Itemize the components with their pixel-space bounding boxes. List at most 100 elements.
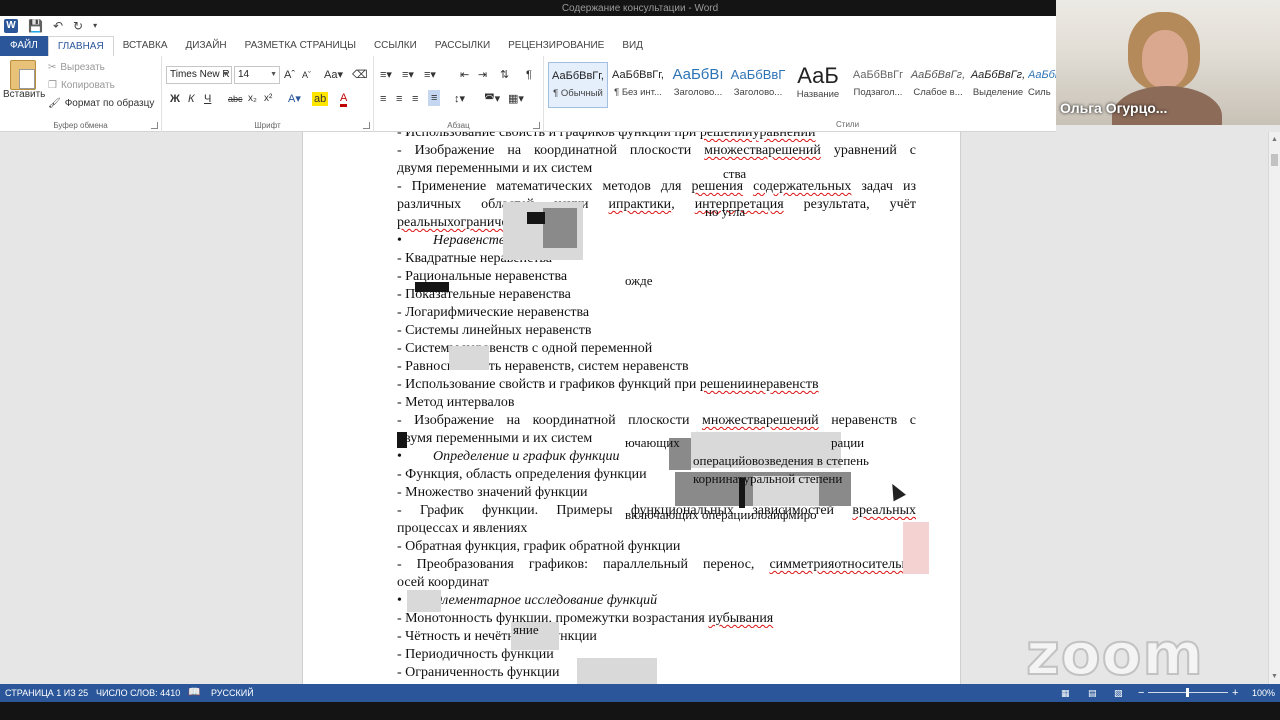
redo-icon[interactable]: ↻ [73, 18, 83, 34]
align-center-icon[interactable]: ≡ [396, 92, 402, 106]
sort-icon[interactable]: ⇅ [500, 68, 509, 82]
shading-icon[interactable]: ◚▾ [484, 92, 500, 106]
document-line[interactable]: - Использование свойств и графиков функц… [397, 376, 916, 394]
document-line[interactable]: - Логарифмические неравенства [397, 304, 916, 322]
change-case-icon[interactable]: Aa▾ [324, 68, 343, 82]
document-line[interactable]: - Преобразования графиков: параллельный … [397, 556, 916, 574]
proofing-icon[interactable]: 📖 [188, 684, 200, 702]
borders-icon[interactable]: ▦▾ [508, 92, 524, 106]
copy-button[interactable]: ❐ Копировать [48, 80, 115, 91]
paragraph-dialog-launcher[interactable] [533, 122, 540, 129]
document-line[interactable]: двумя переменными и их систем [397, 160, 916, 178]
participant-video[interactable]: Ольга Огурцо... [1056, 0, 1280, 125]
pilcrow-icon[interactable]: ¶ [526, 68, 532, 82]
word-count[interactable]: ЧИСЛО СЛОВ: 4410 [96, 684, 180, 702]
tab-home[interactable]: ГЛАВНАЯ [47, 36, 114, 56]
style-no-spacing[interactable]: АаБбВвГг, ¶ Без инт... [608, 62, 668, 108]
document-text[interactable]: - Использование свойств и графиков функц… [397, 132, 916, 684]
grow-font-icon[interactable]: Aˆ [284, 68, 295, 82]
underline-icon[interactable]: Ч [204, 92, 211, 106]
style-sample: АаБбВвГг, [612, 69, 664, 81]
document-line[interactable]: - Изображение на координатной плоскости … [397, 412, 916, 430]
document-line[interactable]: различных областей науки ипрактики, инте… [397, 196, 916, 214]
line-spacing-icon[interactable]: ↕▾ [454, 92, 465, 106]
paragraph-group: ≡▾ ≡▾ ≡▾ ⇤ ⇥ ⇅ ¶ ≡ ≡ ≡ ≡ ↕▾ ◚▾ ▦▾ Абзац [374, 56, 544, 132]
zoom-in-button[interactable]: + [1232, 684, 1238, 702]
tab-page-layout[interactable]: РАЗМЕТКА СТРАНИЦЫ [236, 36, 365, 56]
document-line[interactable]: - Метод интервалов [397, 394, 916, 412]
section-heading[interactable]: • Неравенства [397, 232, 916, 250]
section-heading[interactable]: • Элементарное исследование функций [397, 592, 916, 610]
save-icon[interactable]: 💾 [28, 18, 43, 34]
style-subtitle[interactable]: АаБбВвГг Подзагол... [848, 62, 908, 108]
document-line[interactable]: - Монотонность функции, промежутки возра… [397, 610, 916, 628]
document-line[interactable]: - Чётность и нечётность функции [397, 628, 916, 646]
document-line[interactable]: - Использование свойств и графиков функц… [397, 132, 916, 142]
clear-formatting-icon[interactable]: ⌫ [352, 68, 368, 82]
format-painter-button[interactable]: 🖌 Формат по образцу [48, 98, 154, 109]
tab-references[interactable]: ССЫЛКИ [365, 36, 426, 56]
document-line[interactable]: - Обратная функция, график обратной функ… [397, 538, 916, 556]
justify-icon[interactable]: ≡ [428, 90, 441, 106]
font-family-select[interactable]: Times New R ▼ [166, 66, 232, 84]
text-effects-icon[interactable]: A▾ [288, 92, 301, 106]
decrease-indent-icon[interactable]: ⇤ [460, 68, 469, 82]
align-left-icon[interactable]: ≡ [380, 92, 386, 106]
highlight-icon[interactable]: ab [312, 92, 329, 106]
superscript-icon[interactable]: x² [264, 92, 272, 106]
document-line[interactable]: - Квадратные неравенства [397, 250, 916, 268]
document-line[interactable]: реальныхограничений [397, 214, 916, 232]
document-line[interactable]: - Системы линейных неравенств [397, 322, 916, 340]
italic-icon[interactable]: К [188, 92, 194, 106]
document-line[interactable]: - Изображение на координатной плоскости … [397, 142, 916, 160]
numbering-icon[interactable]: ≡▾ [402, 68, 414, 82]
multilevel-list-icon[interactable]: ≡▾ [424, 68, 436, 82]
document-page[interactable]: - Использование свойств и графиков функц… [302, 132, 961, 684]
tab-review[interactable]: РЕЦЕНЗИРОВАНИЕ [499, 36, 613, 56]
scroll-thumb[interactable] [1271, 154, 1278, 166]
document-area[interactable]: - Использование свойств и графиков функц… [0, 132, 1268, 684]
tab-mailings[interactable]: РАССЫЛКИ [426, 36, 499, 56]
shrink-font-icon[interactable]: Aˇ [302, 68, 311, 82]
document-line[interactable]: осей координат [397, 574, 916, 592]
font-size-select[interactable]: 14 ▼ [234, 66, 280, 84]
undo-icon[interactable]: ↶ [53, 18, 63, 34]
vertical-scrollbar[interactable]: ▲ ▼ [1268, 132, 1280, 684]
page-count[interactable]: СТРАНИЦА 1 ИЗ 25 [5, 684, 88, 702]
customize-qat-icon[interactable]: ▾ [93, 18, 97, 34]
bold-icon[interactable]: Ж [170, 92, 180, 106]
align-right-icon[interactable]: ≡ [412, 92, 418, 106]
style-title[interactable]: АаБ Название [788, 62, 848, 108]
style-normal[interactable]: АаБбВвГг, ¶ Обычный [548, 62, 608, 108]
bullets-icon[interactable]: ≡▾ [380, 68, 392, 82]
line-text: - Изображение на координатной плоскости … [397, 143, 916, 158]
line-text: процессах и явлениях [397, 521, 528, 536]
format-painter-label: Формат по образцу [64, 98, 155, 109]
document-line[interactable]: - Показательные неравенства [397, 286, 916, 304]
tab-view[interactable]: ВИД [613, 36, 652, 56]
document-line[interactable]: - Рациональные неравенства [397, 268, 916, 286]
zoom-level[interactable]: 100% [1252, 684, 1275, 702]
style-emphasis[interactable]: АаБбВвГг, Выделение [968, 62, 1028, 108]
tab-insert[interactable]: ВСТАВКА [114, 36, 177, 56]
scroll-down-icon[interactable]: ▼ [1271, 673, 1278, 680]
document-line[interactable]: - Применение математических методов для … [397, 178, 916, 196]
cut-button[interactable]: ✂ Вырезать [48, 62, 105, 73]
tab-file[interactable]: ФАЙЛ [0, 36, 48, 56]
increase-indent-icon[interactable]: ⇥ [478, 68, 487, 82]
subscript-icon[interactable]: x₂ [248, 92, 257, 106]
font-dialog-launcher[interactable] [363, 122, 370, 129]
zoom-slider-thumb[interactable] [1186, 688, 1189, 697]
tab-design[interactable]: ДИЗАЙН [177, 36, 236, 56]
style-subtle-emphasis[interactable]: АаБбВвГг, Слабое в... [908, 62, 968, 108]
scroll-up-icon[interactable]: ▲ [1271, 136, 1278, 143]
style-heading-1[interactable]: АаБбВı Заголово... [668, 62, 728, 108]
font-color-icon[interactable]: A [340, 92, 348, 107]
style-intense-emphasis[interactable]: АаБбВ Силь [1028, 62, 1056, 108]
language[interactable]: РУССКИЙ [211, 684, 254, 702]
strikethrough-icon[interactable]: abc [228, 92, 243, 106]
style-heading-2[interactable]: АаБбВвГ Заголово... [728, 62, 788, 108]
paste-button[interactable]: Вставить [3, 89, 45, 100]
paste-icon[interactable] [10, 60, 36, 90]
clipboard-dialog-launcher[interactable] [151, 122, 158, 129]
